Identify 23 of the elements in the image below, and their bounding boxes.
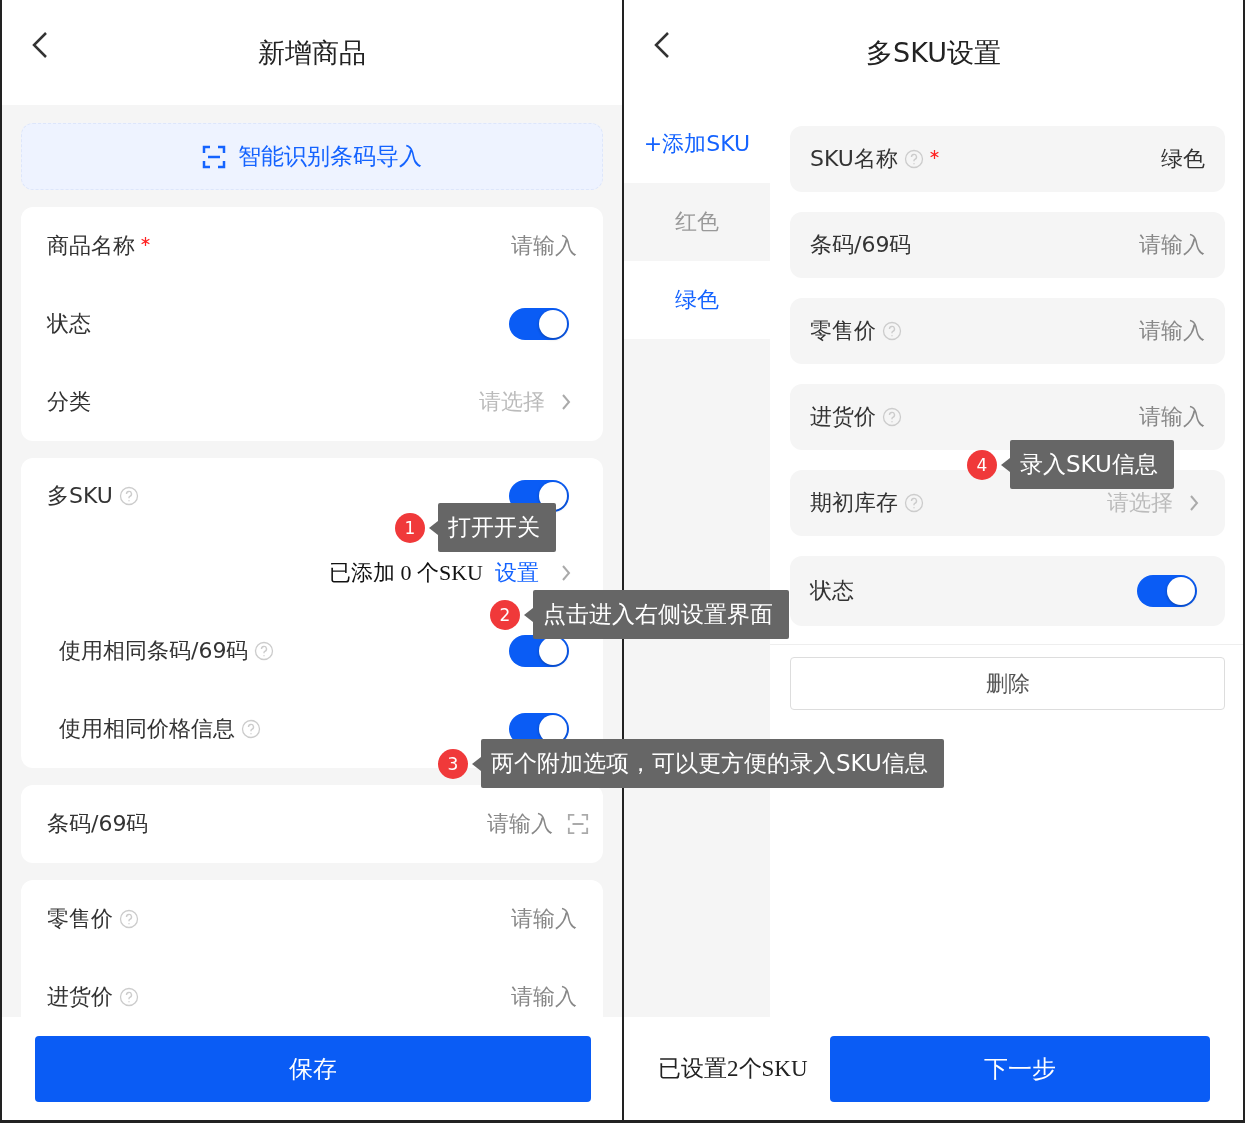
field-label: 零售价	[810, 317, 876, 345]
option-label: 使用相同价格信息	[59, 715, 235, 743]
page-title: 多SKU设置	[866, 35, 1001, 70]
field-label: 商品名称	[47, 232, 135, 260]
field-label: 条码/69码	[810, 231, 912, 259]
page-title: 新增商品	[258, 35, 366, 70]
step-tooltip: 录入SKU信息	[1010, 440, 1174, 489]
field-label: 状态	[47, 310, 91, 338]
option-label: 使用相同条码/69码	[59, 637, 249, 665]
field-label: 进货价	[47, 983, 113, 1011]
field-label: 期初库存	[810, 489, 898, 517]
field-label: 零售价	[47, 905, 113, 933]
step-tooltip: 打开开关	[438, 503, 556, 552]
field-label: 分类	[47, 388, 91, 416]
step-tooltip: 两个附加选项，可以更方便的录入SKU信息	[481, 739, 944, 788]
field-label: 进货价	[810, 403, 876, 431]
field-label: SKU名称	[810, 145, 898, 173]
sku-summary: 已设置2个SKU	[658, 1055, 808, 1083]
field-label: 状态	[810, 577, 854, 605]
sku-count-text: 已添加 0 个SKU	[329, 559, 483, 587]
field-label: 条码/69码	[47, 810, 149, 838]
step-tooltip: 点击进入右侧设置界面	[533, 590, 789, 639]
field-label: 多SKU	[47, 482, 113, 510]
